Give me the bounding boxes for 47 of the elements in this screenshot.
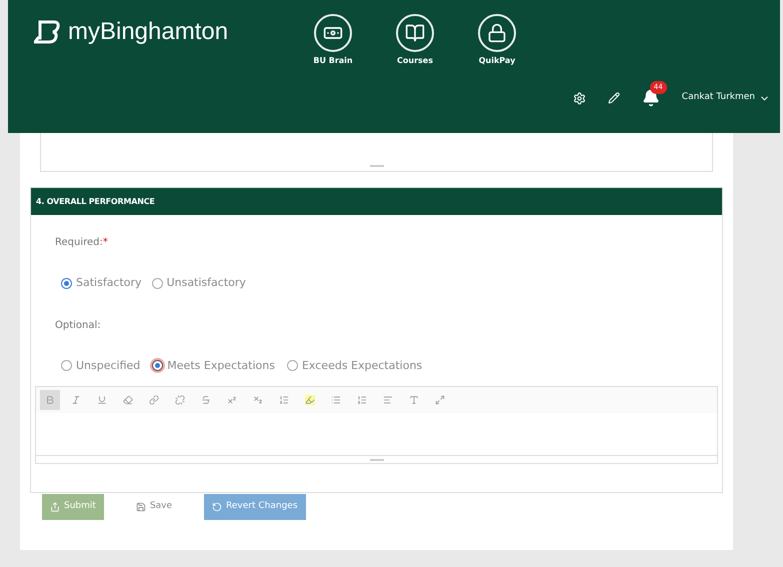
toolbar-button[interactable] — [40, 390, 60, 410]
pencil-icon[interactable] — [608, 92, 620, 104]
revert-icon — [212, 502, 222, 512]
logo-icon — [34, 20, 60, 44]
highlight-icon — [305, 395, 315, 405]
radio-button[interactable] — [286, 360, 298, 372]
bold-icon — [45, 395, 55, 405]
app-label[interactable]: BU Brain — [313, 55, 353, 67]
save-icon — [136, 502, 146, 512]
settings-icon[interactable] — [572, 92, 586, 104]
text-editor[interactable] — [35, 386, 718, 464]
strike-icon — [201, 395, 211, 405]
required-mark: * — [102, 236, 108, 250]
brand-name[interactable]: myBinghamton — [68, 14, 228, 50]
superscript-icon — [227, 395, 237, 405]
app-label[interactable]: Courses — [397, 55, 433, 67]
eraser-icon — [123, 395, 133, 405]
fullscreen-icon — [435, 395, 445, 405]
option-label: Unsatisfactory — [166, 275, 246, 291]
user-menu[interactable]: Cankat Turkmen — [682, 91, 770, 105]
underline-icon — [97, 395, 107, 405]
section-title: 4. OVERALL PERFORMANCE — [36, 196, 155, 208]
text-size-icon — [409, 395, 419, 405]
align-icon — [383, 395, 393, 405]
unlink-icon — [175, 395, 185, 405]
radio-button[interactable] — [152, 360, 164, 372]
app-label[interactable]: QuikPay — [478, 55, 516, 67]
optional-label: Optional: — [55, 318, 102, 332]
radio-button[interactable] — [61, 360, 72, 372]
option-label: Satisfactory — [76, 275, 142, 291]
app-icon[interactable] — [478, 14, 516, 52]
numbers-icon — [357, 395, 367, 405]
option-label: Exceeds Expectations — [302, 358, 422, 374]
app-icon[interactable] — [314, 14, 352, 52]
option-label: Meets Expectations — [167, 358, 275, 374]
option-label: Unspecified — [76, 358, 140, 374]
radio-button[interactable] — [61, 278, 72, 289]
link-icon — [149, 395, 159, 405]
subscript-icon — [253, 395, 263, 405]
bell-icon[interactable] — [642, 89, 660, 107]
bullets-icon — [331, 395, 341, 405]
italic-icon — [71, 395, 81, 405]
submit-icon — [50, 502, 60, 512]
list-dropdown-icon — [279, 395, 289, 405]
required-label: Required: — [55, 236, 103, 250]
app-icon[interactable] — [396, 14, 434, 52]
radio-button[interactable] — [152, 278, 163, 289]
